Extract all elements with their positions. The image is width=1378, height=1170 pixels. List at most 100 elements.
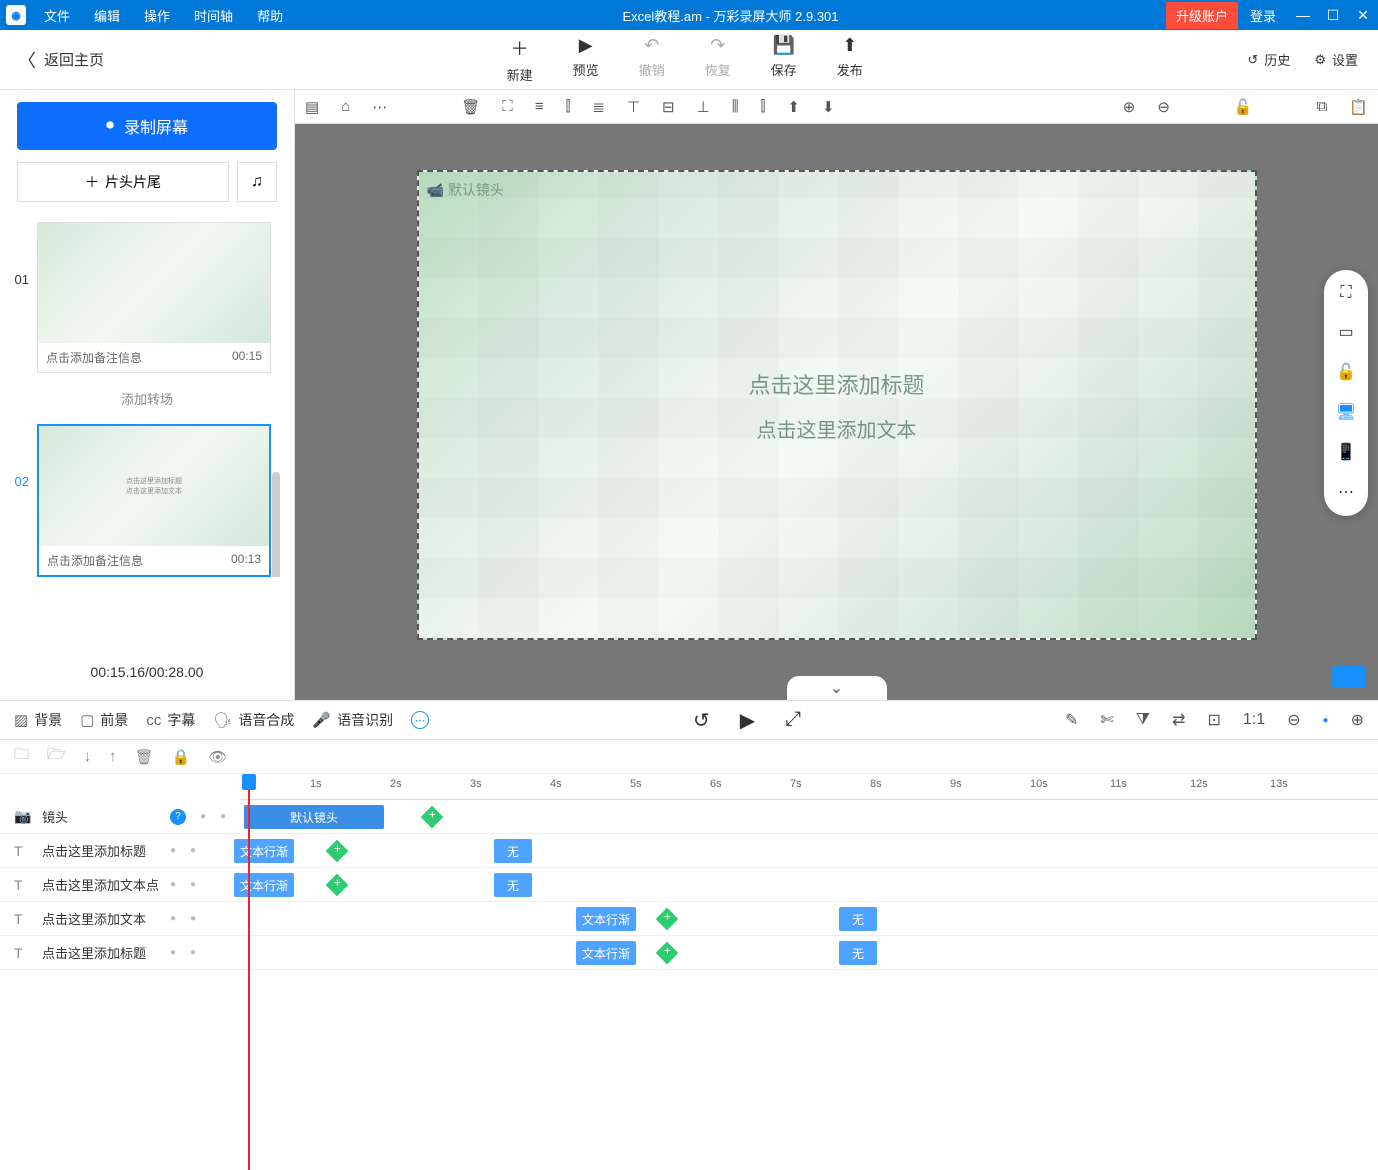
timeline-clip[interactable]: 无 — [839, 907, 877, 931]
desktop-icon[interactable]: 🖥 — [1336, 402, 1356, 422]
track-body[interactable]: 文本行渐 无 — [234, 902, 1378, 935]
keyframe-diamond[interactable] — [326, 874, 349, 897]
zoom-slider-dot[interactable]: ● — [1323, 715, 1329, 726]
keyframe-diamond[interactable] — [656, 942, 679, 965]
slide-note[interactable]: 点击添加备注信息 — [46, 349, 142, 366]
track-body[interactable]: 文本行渐 无 — [234, 834, 1378, 867]
track-header[interactable]: 📷镜头 — [0, 807, 170, 826]
close-button[interactable]: ✕ — [1348, 7, 1378, 24]
preview-button[interactable]: ▶预览 — [573, 35, 599, 84]
menu-timeline[interactable]: 时间轴 — [182, 6, 245, 25]
tabs-more-button[interactable]: ⋯ — [411, 711, 429, 729]
music-button[interactable]: ♫ — [237, 162, 277, 202]
track-dot[interactable]: ● — [190, 845, 196, 856]
edit-icon[interactable]: ✎ — [1065, 710, 1078, 730]
minimize-button[interactable]: — — [1288, 7, 1318, 23]
collapse-timeline-button[interactable]: ⌄ — [787, 676, 887, 700]
marker-icon[interactable]: ⊡ — [1207, 710, 1220, 730]
timeline-clip[interactable]: 无 — [839, 941, 877, 965]
track-body[interactable]: 文本行渐无 — [234, 868, 1378, 901]
zoom-in-icon[interactable]: ⊕ — [1123, 98, 1136, 116]
layout-icon[interactable]: ▤ — [305, 98, 319, 116]
fullscreen-icon[interactable]: ⛶ — [1340, 284, 1351, 302]
track-header[interactable]: T点击这里添加文本点 — [0, 875, 170, 894]
play-button[interactable]: ▶ — [740, 708, 755, 733]
back-home-button[interactable]: 〈 返回主页 — [0, 47, 122, 73]
track-dot[interactable]: ● — [170, 947, 176, 958]
new-button[interactable]: ＋新建 — [507, 35, 533, 84]
track-dot[interactable]: ● — [190, 879, 196, 890]
timeline-clip[interactable]: 文本行渐 — [576, 907, 636, 931]
eye-icon[interactable]: 👁 — [208, 748, 227, 766]
link-icon[interactable]: ⇄ — [1172, 710, 1185, 730]
unlock-icon[interactable]: 🔓 — [1234, 98, 1253, 116]
timeline-clip[interactable]: 无 — [494, 873, 532, 897]
align-center-icon[interactable]: ⫿ — [566, 98, 571, 115]
zoom-out-timeline-icon[interactable]: ⊖ — [1287, 710, 1300, 730]
history-button[interactable]: ↺历史 — [1247, 50, 1290, 69]
home-icon[interactable]: ⌂ — [341, 98, 350, 115]
keyframe-diamond[interactable] — [421, 806, 444, 829]
track-body[interactable]: 默认镜头 — [234, 800, 1378, 833]
maximize-button[interactable]: ☐ — [1318, 7, 1348, 24]
track-dot[interactable]: ● — [200, 811, 206, 822]
distribute-v-icon[interactable]: ⫿ — [761, 98, 766, 115]
text-placeholder[interactable]: 点击这里添加文本 — [757, 414, 917, 443]
track-header[interactable]: T点击这里添加标题 — [0, 943, 170, 962]
slide-item[interactable]: 02 点击这里添加标题点击这里添加文本 点击添加备注信息 00:13 — [12, 424, 282, 577]
align-left-icon[interactable]: ≡ — [535, 98, 544, 115]
track-dot[interactable]: ● — [220, 811, 226, 822]
timeline-clip[interactable]: 文本行渐 — [234, 839, 294, 863]
slide-item[interactable]: 01 点击添加备注信息 00:15 — [12, 222, 282, 373]
track-dot[interactable]: ● — [170, 913, 176, 924]
lock-icon[interactable]: 🔒 — [172, 748, 191, 766]
upgrade-button[interactable]: 升级账户 — [1166, 2, 1238, 29]
tab-asr[interactable]: 🎤语音识别 — [312, 710, 393, 730]
zoom-out-icon[interactable]: ⊖ — [1157, 98, 1170, 116]
track-dot[interactable]: ● — [190, 947, 196, 958]
arrow-down-icon[interactable]: ↓ — [84, 748, 92, 765]
timeline-clip[interactable]: 无 — [494, 839, 532, 863]
align-middle-icon[interactable]: ⊟ — [662, 98, 675, 116]
copy-icon[interactable]: ⧉ — [1317, 98, 1328, 115]
scrollbar[interactable] — [272, 472, 280, 577]
menu-action[interactable]: 操作 — [132, 6, 182, 25]
folder-plus-icon[interactable]: 🗁 — [47, 744, 66, 769]
distribute-h-icon[interactable]: ⫼ — [732, 98, 739, 115]
more-icon[interactable]: ⋯ — [372, 98, 387, 116]
menu-help[interactable]: 帮助 — [245, 6, 295, 25]
help-icon[interactable]: ? — [170, 809, 186, 825]
rewind-button[interactable]: ↺ — [693, 708, 710, 733]
track-dot[interactable]: ● — [170, 879, 176, 890]
redo-button[interactable]: ↷恢复 — [705, 35, 731, 84]
expand-button[interactable]: ⤢ — [785, 708, 801, 733]
filter-icon[interactable]: ⧩ — [1136, 711, 1150, 729]
tab-background[interactable]: ▨背景 — [14, 710, 62, 730]
login-button[interactable]: 登录 — [1238, 6, 1288, 25]
keyframe-diamond[interactable] — [326, 840, 349, 863]
paste-icon[interactable]: 📋 — [1349, 98, 1368, 116]
save-button[interactable]: 💾保存 — [771, 35, 797, 84]
track-header[interactable]: T点击这里添加标题 — [0, 841, 170, 860]
menu-edit[interactable]: 编辑 — [82, 6, 132, 25]
publish-button[interactable]: ⬆发布 — [837, 35, 863, 84]
cut-icon[interactable]: ✄ — [1100, 710, 1113, 730]
undo-button[interactable]: ↶撤销 — [639, 35, 665, 84]
tab-foreground[interactable]: ▢前景 — [80, 710, 128, 730]
mini-preview[interactable] — [1332, 666, 1366, 688]
crop-icon[interactable]: ⛶ — [502, 98, 513, 115]
track-dot[interactable]: ● — [170, 845, 176, 856]
slide-thumbnail[interactable]: 点击这里添加标题点击这里添加文本 — [39, 426, 269, 546]
send-back-icon[interactable]: ⬇ — [822, 98, 835, 116]
track-dot[interactable]: ● — [190, 913, 196, 924]
align-top-icon[interactable]: ⊤ — [627, 98, 640, 116]
folder-icon[interactable]: 🗀 — [14, 744, 29, 769]
intro-outro-button[interactable]: ＋片头片尾 — [17, 162, 229, 202]
settings-button[interactable]: ⚙设置 — [1314, 50, 1358, 69]
playhead[interactable] — [248, 774, 250, 1170]
add-transition-button[interactable]: 添加转场 — [121, 379, 173, 418]
track-body[interactable]: 文本行渐无 — [234, 936, 1378, 969]
track-header[interactable]: T点击这里添加文本 — [0, 909, 170, 928]
timeline-ruler[interactable]: 1s2s3s4s5s6s7s8s9s10s11s12s13s — [240, 774, 1378, 800]
zoom-in-timeline-icon[interactable]: ⊕ — [1351, 710, 1364, 730]
